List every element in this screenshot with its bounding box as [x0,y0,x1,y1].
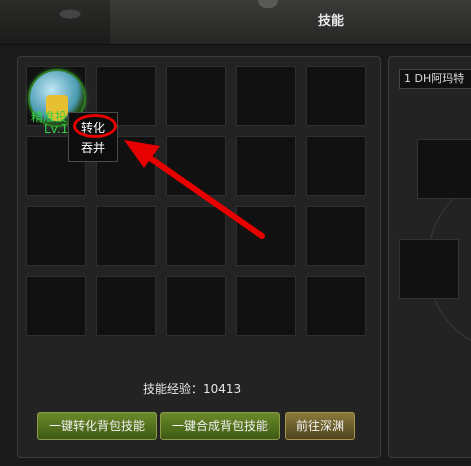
go-deep-button[interactable]: 前往深渊 [285,412,355,440]
merge-all-button[interactable]: 一键合成背包技能 [160,412,280,440]
character-panel: 1 DH阿玛特 [388,56,471,458]
arrow-shaft [137,148,265,239]
equip-slot[interactable] [417,139,471,199]
character-name: 1 DH阿玛特 [399,69,471,89]
convert-all-button[interactable]: 一键转化背包技能 [37,412,157,440]
equip-slot[interactable] [399,239,459,299]
skill-exp-text: 技能经验：10413 [143,382,242,396]
